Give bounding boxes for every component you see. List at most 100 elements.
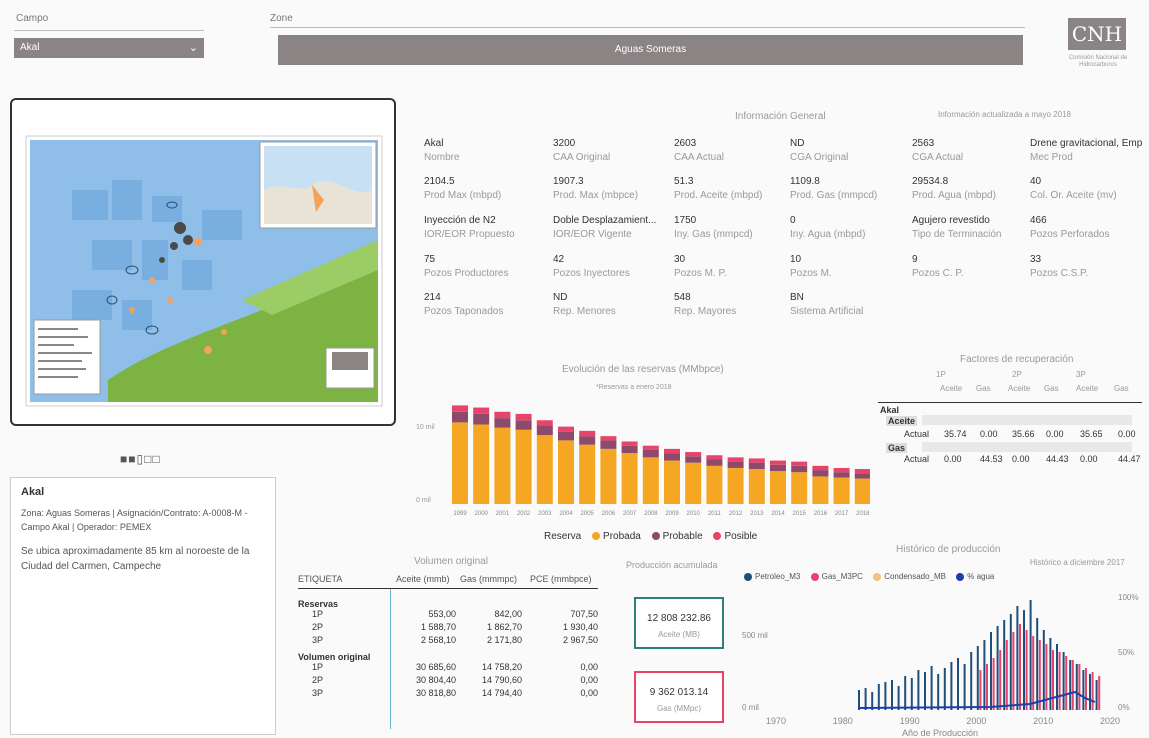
info-cell: ND CGA Original bbox=[790, 138, 902, 163]
reserve-bar-probable[interactable] bbox=[452, 411, 468, 423]
production-history-title: Histórico de producción bbox=[896, 544, 1001, 555]
recovery-gas-label: Gas bbox=[886, 443, 908, 453]
reserve-bar-probada[interactable] bbox=[621, 453, 638, 504]
page-navigator[interactable]: ■■▯□□ bbox=[120, 452, 161, 466]
reserve-bar-posible[interactable] bbox=[664, 448, 680, 454]
production-bar-gas bbox=[1091, 672, 1094, 710]
production-bar-petroleo bbox=[1036, 618, 1039, 710]
reserve-bar-probada[interactable] bbox=[579, 444, 596, 504]
reserves-bar-chart[interactable]: 1999 2000 2001 2002 2003 2004 2005 2006 2007 2008… bbox=[440, 396, 870, 526]
volume-cell-gas: 1 862,70 bbox=[486, 622, 522, 632]
info-value: 1109.8 bbox=[790, 176, 820, 187]
reserve-bar-posible[interactable] bbox=[706, 455, 723, 460]
info-value: 3200 bbox=[553, 138, 576, 149]
reserve-bar-probada[interactable] bbox=[515, 429, 532, 504]
reserve-bar-probada[interactable] bbox=[727, 467, 744, 504]
reserve-bar-probada[interactable] bbox=[812, 476, 829, 504]
production-bar-petroleo bbox=[970, 652, 973, 710]
production-bar-petroleo bbox=[917, 670, 920, 710]
reserve-bar-probada[interactable] bbox=[685, 462, 702, 504]
reserve-bar-probada[interactable] bbox=[642, 457, 659, 504]
production-history-chart[interactable]: 1970 1980 1990 2000 2010 2020 0 mil 500 mil 0% 50… bbox=[740, 590, 1145, 738]
reserve-bar-probable[interactable] bbox=[621, 445, 638, 454]
production-legend: Petroleo_M3 Gas_M3PC Condensado_MB % agu… bbox=[744, 572, 994, 581]
reserve-bar-probable[interactable] bbox=[770, 464, 786, 472]
volume-cell-label: 2P bbox=[312, 675, 324, 685]
reserve-bar-posible[interactable] bbox=[833, 467, 850, 473]
cumulative-gas-label: Gas (MMpc) bbox=[657, 704, 701, 713]
reserve-bar-posible[interactable] bbox=[791, 461, 808, 466]
production-bar-petroleo bbox=[1069, 660, 1072, 710]
reserve-bar-posible[interactable] bbox=[748, 458, 765, 463]
reserve-bar-probable[interactable] bbox=[833, 472, 850, 478]
info-cell: ND Rep. Menores bbox=[553, 292, 665, 317]
reserve-bar-posible[interactable] bbox=[473, 407, 490, 414]
reserve-bar-posible[interactable] bbox=[579, 430, 596, 437]
reserve-bar-posible[interactable] bbox=[600, 436, 617, 441]
reserve-bar-posible[interactable] bbox=[854, 469, 870, 474]
reserve-x-tick: 2004 bbox=[559, 511, 573, 517]
reserve-bar-probada[interactable] bbox=[600, 448, 617, 504]
reserve-bar-posible[interactable] bbox=[452, 405, 468, 412]
reserve-x-tick: 1999 bbox=[453, 511, 467, 517]
production-bar-gas bbox=[1032, 636, 1035, 710]
production-bar-petroleo bbox=[937, 674, 940, 710]
reserve-bar-probable[interactable] bbox=[748, 462, 765, 470]
volume-cell-pce: 0,00 bbox=[580, 675, 598, 685]
reserve-bar-probable[interactable] bbox=[642, 449, 659, 458]
campo-dropdown[interactable]: Akal ⌄ bbox=[14, 38, 204, 58]
info-value: 10 bbox=[790, 254, 802, 265]
reserve-bar-probada[interactable] bbox=[791, 472, 808, 504]
production-bar-gas bbox=[1005, 640, 1008, 710]
reserve-bar-posible[interactable] bbox=[812, 465, 829, 471]
info-key: Prod. Gas (mmpcd) bbox=[790, 190, 878, 201]
production-bar-gas bbox=[986, 664, 988, 710]
reserve-bar-probada[interactable] bbox=[452, 422, 468, 504]
recovery-gas-value: 44.53 bbox=[980, 454, 1003, 464]
field-map[interactable] bbox=[10, 98, 396, 426]
reserve-bar-posible[interactable] bbox=[536, 420, 553, 426]
reserve-bar-probable[interactable] bbox=[791, 465, 808, 473]
reserve-bar-posible[interactable] bbox=[621, 441, 638, 446]
reserve-bar-posible[interactable] bbox=[515, 413, 532, 421]
production-bar-petroleo bbox=[1056, 644, 1058, 710]
reserve-bar-probable[interactable] bbox=[854, 473, 870, 479]
reserve-bar-probable[interactable] bbox=[664, 453, 680, 461]
reserve-bar-probable[interactable] bbox=[473, 413, 490, 425]
reserve-bar-posible[interactable] bbox=[558, 426, 574, 432]
cumulative-oil-card: 12 808 232.86 Aceite (MB) bbox=[634, 597, 724, 649]
reserve-bar-probada[interactable] bbox=[770, 471, 786, 504]
reserve-bar-probable[interactable] bbox=[494, 418, 511, 428]
reserve-bar-probable[interactable] bbox=[536, 425, 553, 436]
reserve-bar-posible[interactable] bbox=[642, 445, 659, 450]
reserve-bar-probada[interactable] bbox=[664, 460, 680, 504]
reserve-bar-probada[interactable] bbox=[536, 435, 553, 504]
production-bar-petroleo bbox=[1095, 680, 1098, 710]
reserve-bar-probable[interactable] bbox=[812, 470, 829, 477]
reserve-bar-probada[interactable] bbox=[748, 469, 765, 504]
info-value: 30 bbox=[674, 254, 686, 265]
reserve-bar-probada[interactable] bbox=[706, 465, 723, 504]
reserve-bar-probable[interactable] bbox=[706, 459, 723, 466]
reserve-bar-posible[interactable] bbox=[685, 452, 702, 457]
reserve-bar-probada[interactable] bbox=[558, 440, 574, 504]
volume-cell-pce: 707,50 bbox=[570, 609, 598, 619]
reserve-bar-probable[interactable] bbox=[558, 431, 574, 441]
reserve-bar-posible[interactable] bbox=[494, 411, 511, 419]
reserve-bar-probable[interactable] bbox=[515, 420, 532, 430]
reserve-bar-probable[interactable] bbox=[727, 461, 744, 468]
reserve-bar-probable[interactable] bbox=[685, 456, 702, 463]
reserve-bar-probada[interactable] bbox=[833, 477, 850, 505]
info-cell: 51.3 Prod. Aceite (mbpd) bbox=[674, 176, 786, 201]
reserve-bar-probada[interactable] bbox=[854, 478, 870, 504]
reserve-bar-posible[interactable] bbox=[770, 460, 786, 465]
reserve-bar-probada[interactable] bbox=[473, 424, 490, 505]
zone-slicer-button[interactable]: Aguas Someras bbox=[278, 35, 1023, 65]
info-value: 2104.5 bbox=[424, 176, 455, 187]
reserve-bar-probada[interactable] bbox=[494, 427, 511, 504]
volume-cell-label: 1P bbox=[312, 662, 324, 672]
reserve-bar-probable[interactable] bbox=[600, 440, 617, 449]
production-bar-petroleo bbox=[1009, 614, 1012, 710]
reserve-bar-probable[interactable] bbox=[579, 436, 596, 445]
reserve-bar-posible[interactable] bbox=[727, 457, 744, 462]
